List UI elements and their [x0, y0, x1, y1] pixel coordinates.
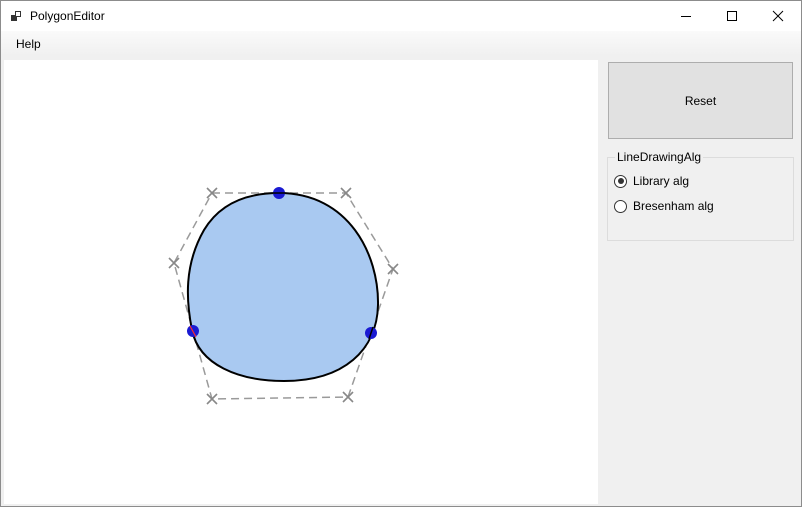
app-window: PolygonEditor Help Reset LineDrawingAlg … [0, 0, 802, 507]
close-button[interactable] [755, 1, 801, 31]
window-title: PolygonEditor [30, 9, 105, 23]
vertex-handle[interactable] [187, 325, 199, 338]
radio-library-alg[interactable]: Library alg [614, 173, 689, 189]
radio-label: Bresenham alg [633, 199, 714, 213]
title-bar[interactable]: PolygonEditor [1, 1, 801, 31]
group-legend: LineDrawingAlg [615, 150, 704, 164]
vertex-handle[interactable] [273, 187, 285, 199]
radio-bresenham-alg[interactable]: Bresenham alg [614, 198, 714, 214]
radio-button[interactable] [614, 199, 627, 213]
radio-label: Library alg [633, 174, 690, 188]
control-point-marker[interactable] [168, 257, 180, 269]
maximize-button[interactable] [709, 1, 755, 31]
vertex-handle[interactable] [365, 326, 377, 340]
minimize-button[interactable] [663, 1, 709, 31]
menu-help[interactable]: Help [10, 35, 47, 53]
bezier-shape [186, 191, 380, 383]
maximize-icon [727, 11, 737, 21]
control-point-marker[interactable] [206, 393, 218, 405]
reset-button-label: Reset [684, 93, 717, 108]
reset-button[interactable]: Reset [608, 62, 793, 139]
control-point-marker[interactable] [387, 263, 399, 275]
app-icon [11, 11, 21, 21]
minimize-icon [681, 16, 691, 17]
drawing-canvas[interactable] [4, 60, 598, 504]
close-icon [772, 10, 784, 22]
control-point-marker[interactable] [342, 391, 354, 403]
line-drawing-alg-group: LineDrawingAlg Library alg Bresenham alg [607, 150, 794, 241]
menu-bar: Help [1, 31, 801, 56]
polygon-drawing[interactable] [4, 60, 598, 504]
radio-button-checked[interactable] [614, 174, 627, 188]
